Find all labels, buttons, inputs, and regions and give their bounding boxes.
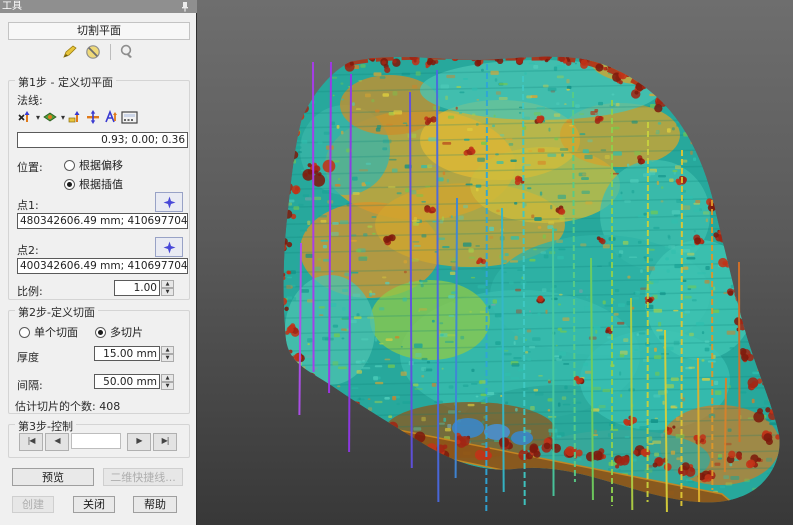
panel-title: 工具 <box>2 1 22 12</box>
toolbar-separator <box>110 44 111 60</box>
normal-toolbar: ▾ ▾ <box>17 107 138 127</box>
step2-group-label: 第2步-定义切面 <box>15 304 98 320</box>
panel-toolbar <box>0 41 197 62</box>
application-window: { "window": { "title": "工具" }, "icons": … <box>0 0 793 525</box>
spin-up-button[interactable]: ▲ <box>161 374 174 382</box>
normal-axis-icon[interactable] <box>67 109 83 125</box>
pick-point-icon <box>163 241 176 254</box>
radio-by-interpolation[interactable]: 根据插值 <box>64 176 123 192</box>
spacing-input[interactable]: 50.00 mm <box>94 374 160 389</box>
help-button[interactable]: 帮助 <box>133 496 177 513</box>
point1-label: 点1: <box>17 197 39 213</box>
spin-down-button[interactable]: ▼ <box>161 288 174 296</box>
context-help-button[interactable] <box>118 42 137 61</box>
radio-single-section-label: 单个切面 <box>34 324 78 340</box>
previous-slice-button[interactable]: ◀ <box>45 433 69 451</box>
normal-value-input[interactable]: 0.93; 0.00; 0.36 <box>17 132 188 148</box>
radio-dot <box>64 179 75 190</box>
caret-down-icon[interactable]: ▾ <box>36 113 40 122</box>
spin-down-button[interactable]: ▼ <box>161 382 174 390</box>
spin-down-button[interactable]: ▼ <box>161 354 174 362</box>
3d-viewport[interactable] <box>197 0 793 525</box>
radio-multi-slice[interactable]: 多切片 <box>95 324 143 340</box>
last-slice-button[interactable]: ▶| <box>153 433 177 451</box>
normal-label: 法线: <box>17 92 43 108</box>
normal-align-icon[interactable] <box>103 109 119 125</box>
spacing-label: 间隔: <box>17 377 43 393</box>
keyboard-input-icon[interactable] <box>121 110 138 125</box>
point1-pick-button[interactable] <box>155 192 183 212</box>
thickness-input[interactable]: 15.00 mm <box>94 346 160 361</box>
pick-point-icon <box>163 196 176 209</box>
point2-value-input[interactable]: 400342606.49 mm; 4106977042.00 mm <box>17 258 188 274</box>
normal-pick-icon[interactable] <box>17 109 33 125</box>
step1-group-label: 第1步 - 定义切平面 <box>15 74 116 90</box>
position-label: 位置: <box>17 159 43 175</box>
pencil-icon <box>62 44 78 60</box>
slice-count-estimate: 估计切片的个数: 408 <box>15 398 120 414</box>
point1-value-input[interactable]: 480342606.49 mm; 4106977042.00 mm <box>17 213 188 229</box>
spin-up-button[interactable]: ▲ <box>161 280 174 288</box>
no-entry-icon <box>85 44 101 60</box>
spacing-spinner: ▲ ▼ <box>161 374 174 389</box>
point2-pick-button[interactable] <box>155 237 183 257</box>
pin-icon[interactable] <box>180 1 190 12</box>
close-button[interactable]: 关闭 <box>73 496 115 513</box>
2d-shortcut-button[interactable]: 二维快捷线... <box>103 468 183 486</box>
caret-down-icon[interactable]: ▾ <box>61 113 65 122</box>
help-hand-icon <box>119 44 135 60</box>
spin-up-button[interactable]: ▲ <box>161 346 174 354</box>
panel-titlebar[interactable]: 工具 <box>0 0 197 13</box>
radio-multi-slice-label: 多切片 <box>110 324 143 340</box>
thickness-label: 厚度 <box>17 349 39 365</box>
normal-invert-icon[interactable] <box>85 109 101 125</box>
step3-group: 第3步-控制 |◀ ◀ ▶ ▶| <box>8 424 190 458</box>
next-slice-button[interactable]: ▶ <box>127 433 151 451</box>
step3-group-label: 第3步-控制 <box>15 418 76 434</box>
step2-group: 第2步-定义切面 单个切面 多切片 厚度 15.00 mm ▲ ▼ 间隔: 50… <box>8 310 190 414</box>
point-cloud-render <box>197 0 793 525</box>
tab-cutting-plane[interactable]: 切割平面 <box>8 22 190 40</box>
radio-dot <box>64 160 75 171</box>
cancel-plane-button[interactable] <box>84 42 103 61</box>
tool-panel: 工具 切割平面 第1步 - <box>0 0 197 525</box>
preview-button[interactable]: 预览 <box>12 468 94 486</box>
radio-by-offset[interactable]: 根据偏移 <box>64 157 123 173</box>
radio-dot <box>95 327 106 338</box>
point2-label: 点2: <box>17 242 39 258</box>
first-slice-button[interactable]: |◀ <box>19 433 43 451</box>
radio-single-section[interactable]: 单个切面 <box>19 324 78 340</box>
edit-plane-button[interactable] <box>61 42 80 61</box>
radio-dot <box>19 327 30 338</box>
normal-plane-icon[interactable] <box>42 109 58 125</box>
ratio-spinner: ▲ ▼ <box>161 280 174 296</box>
thickness-spinner: ▲ ▼ <box>161 346 174 361</box>
ratio-input[interactable]: 1.00 <box>114 280 160 296</box>
radio-by-offset-label: 根据偏移 <box>79 157 123 173</box>
create-button[interactable]: 创建 <box>12 496 54 513</box>
slice-index-input[interactable] <box>71 433 121 449</box>
step1-group: 第1步 - 定义切平面 法线: ▾ ▾ <box>8 80 190 300</box>
radio-by-interpolation-label: 根据插值 <box>79 176 123 192</box>
ratio-label: 比例: <box>17 283 43 299</box>
